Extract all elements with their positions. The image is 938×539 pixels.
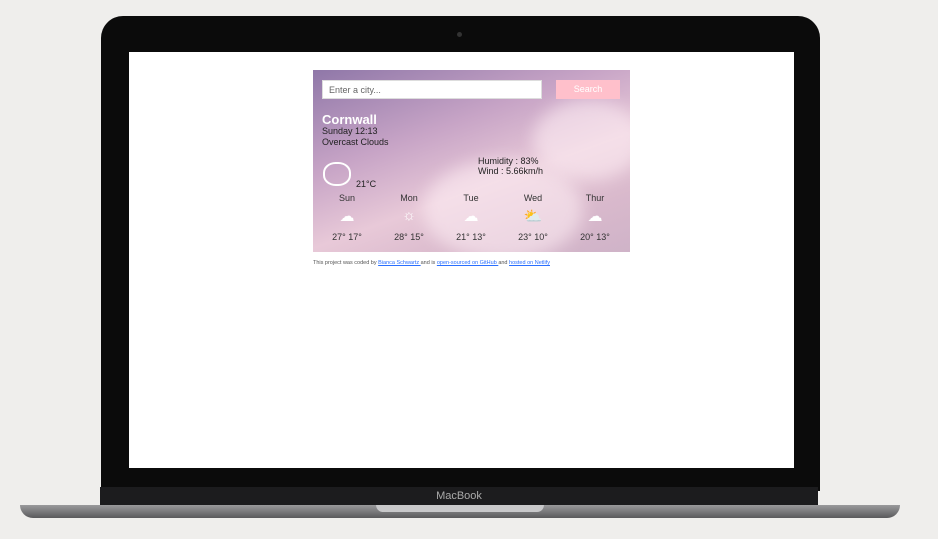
forecast-temps: 23° 10° xyxy=(518,232,548,242)
forecast-day: Tue xyxy=(463,193,479,203)
forecast-temps: 28° 15° xyxy=(394,232,424,242)
partly-cloudy-icon: ⛅ xyxy=(523,208,543,225)
weather-card: Enter a city... Search Cornwall Sunday 1… xyxy=(313,70,630,252)
footer: This project was coded by Bianca Schwart… xyxy=(313,260,550,266)
forecast-temps: 27° 17° xyxy=(332,232,362,242)
laptop-notch xyxy=(376,505,544,512)
forecast-day: Mon xyxy=(400,193,418,203)
footer-text: This project was coded by xyxy=(313,260,379,266)
laptop-brand: MacBook xyxy=(100,487,818,506)
forecast-day: Sun xyxy=(338,193,355,203)
city-name: Cornwall xyxy=(322,112,377,127)
footer-text: and is xyxy=(420,260,437,266)
forecast-temps: 20° 13° xyxy=(580,232,610,242)
cloud-icon xyxy=(323,162,351,186)
camera xyxy=(457,32,462,37)
author-link[interactable]: Bianca Schwartz xyxy=(378,260,421,266)
cloud-icon: ☁ xyxy=(339,208,355,225)
weather-description: Overcast Clouds xyxy=(322,137,389,147)
github-link[interactable]: open-sourced on GitHub xyxy=(437,260,498,266)
forecast-temps: 21° 13° xyxy=(456,232,486,242)
netlify-link[interactable]: hosted on Netlify xyxy=(509,260,550,266)
cloud-icon: ☁ xyxy=(463,208,479,225)
date-time: Sunday 12:13 xyxy=(322,126,378,136)
current-temperature: 21°C xyxy=(356,179,377,189)
humidity: Humidity : 83% xyxy=(478,156,539,166)
forecast-day: Thur xyxy=(585,193,605,203)
footer-text: and xyxy=(498,260,510,266)
sun-icon: ☼ xyxy=(402,207,416,224)
forecast-day: Wed xyxy=(523,193,543,203)
city-search-input[interactable]: Enter a city... xyxy=(322,80,542,99)
wind: Wind : 5.66km/h xyxy=(478,166,544,176)
cloud-icon: ☁ xyxy=(587,208,603,225)
search-button[interactable]: Search xyxy=(556,80,620,99)
